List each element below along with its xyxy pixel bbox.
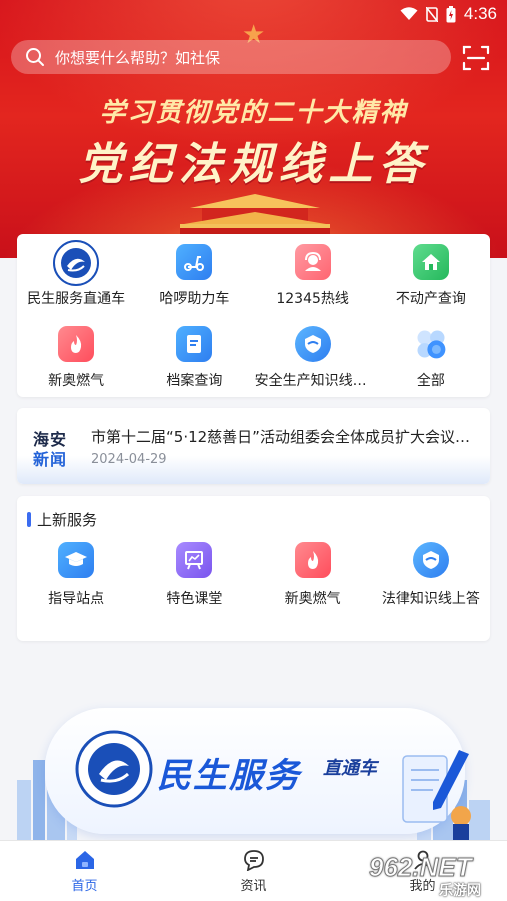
- site-watermark: 962.NET 乐游网: [369, 852, 501, 900]
- service-label: 不动产查询: [395, 291, 466, 307]
- watermark-site: 乐游网: [439, 883, 481, 899]
- scooter-icon: [176, 244, 213, 280]
- section-header: 上新服务: [27, 509, 97, 530]
- archive-icon: [176, 326, 213, 362]
- service-xinao-gas-new[interactable]: 新奥燃气: [254, 542, 372, 608]
- classroom-board-icon: [176, 542, 213, 578]
- tab-label: 资讯: [240, 879, 267, 894]
- hotline-agent-icon: [294, 244, 331, 280]
- news-source-logo-sub: 新闻: [33, 450, 68, 469]
- search-icon: [26, 48, 44, 66]
- service-real-estate[interactable]: 不动产查询: [372, 234, 490, 316]
- news-wave-decoration: [17, 456, 490, 484]
- promo-subtitle: 直通车: [323, 758, 377, 779]
- section-title: 上新服务: [37, 511, 98, 529]
- service-label: 12345热线: [276, 291, 349, 307]
- minsheng-emblem-icon: [75, 730, 153, 808]
- sim-off-icon: [425, 6, 438, 22]
- banner-slogan-line1: 学习贯彻党的二十大精神: [99, 98, 408, 128]
- service-label: 安全生产知识线上答: [254, 373, 371, 389]
- service-label: 新奥燃气: [48, 373, 105, 389]
- service-label: 哈啰助力车: [159, 291, 230, 307]
- service-xinao-gas[interactable]: 新奥燃气: [17, 316, 135, 397]
- minsheng-emblem-icon: [53, 240, 100, 286]
- house-icon: [412, 244, 449, 280]
- shield-icon: [412, 542, 449, 578]
- service-label: 法律知识线上答: [381, 591, 480, 607]
- service-label: 新奥燃气: [284, 591, 341, 607]
- service-label: 指导站点: [48, 591, 105, 607]
- banner-slogan-line2: 党纪法规线上答: [78, 139, 429, 190]
- flame-icon: [58, 326, 95, 362]
- service-label: 档案查询: [166, 373, 223, 389]
- service-minsheng[interactable]: 民生服务直通车: [17, 234, 135, 316]
- new-services-card: 上新服务 指导站点 特色课堂 新奥燃气 法律知识线上答: [17, 496, 490, 641]
- service-label: 特色课堂: [166, 591, 223, 607]
- hero-banner[interactable]: ★ 4:36 你想要什么帮助？如社保 学习贯彻党的二十大精神 党纪法规线上答: [0, 0, 507, 258]
- quick-services-card: 民生服务直通车 哈啰助力车 12345热线 不动产查询 新奥燃气 档案查询 安全…: [17, 234, 490, 397]
- tab-news[interactable]: 资讯: [169, 841, 338, 901]
- wifi-icon: [400, 7, 418, 20]
- shield-icon: [294, 326, 331, 362]
- service-guide-site[interactable]: 指导站点: [17, 542, 135, 608]
- search-placeholder: 你想要什么帮助？如社保: [55, 48, 221, 67]
- news-title[interactable]: 市第十二届“5·12慈善日”活动组委会全体成员扩大会议召开: [91, 426, 471, 447]
- service-12345-hotline[interactable]: 12345热线: [254, 234, 372, 316]
- service-label: 民生服务直通车: [27, 291, 126, 307]
- service-archive[interactable]: 档案查询: [135, 316, 253, 397]
- news-card[interactable]: 海安 新闻 市第十二届“5·12慈善日”活动组委会全体成员扩大会议召开 2024…: [17, 408, 490, 484]
- section-accent-bar: [27, 512, 31, 527]
- service-safety-quiz[interactable]: 安全生产知识线上答: [254, 316, 372, 397]
- battery-icon: [446, 5, 456, 22]
- promo-banner[interactable]: 民生服务 直通车: [17, 700, 490, 840]
- search-input[interactable]: 你想要什么帮助？如社保: [11, 40, 451, 74]
- status-bar: 4:36: [0, 0, 507, 30]
- clock: 4:36: [463, 4, 497, 23]
- service-label: 全部: [416, 373, 445, 389]
- chat-bubble-icon: [243, 850, 264, 871]
- promo-title: 民生服务: [157, 756, 301, 796]
- service-law-quiz[interactable]: 法律知识线上答: [372, 542, 490, 608]
- graduation-cap-icon: [58, 542, 95, 578]
- scan-icon[interactable]: [462, 44, 490, 72]
- document-pen-illustration: [402, 750, 471, 840]
- news-date: 2024-04-29: [91, 452, 167, 467]
- service-feature-class[interactable]: 特色课堂: [135, 542, 253, 608]
- flame-icon: [294, 542, 331, 578]
- tab-home[interactable]: 首页: [0, 841, 169, 901]
- tab-label: 首页: [71, 879, 98, 894]
- service-hello-bike[interactable]: 哈啰助力车: [135, 234, 253, 316]
- service-all[interactable]: 全部: [372, 316, 490, 397]
- all-grid-icon: [413, 326, 449, 362]
- home-icon: [75, 851, 94, 869]
- watermark-brand: 962.NET: [369, 852, 473, 883]
